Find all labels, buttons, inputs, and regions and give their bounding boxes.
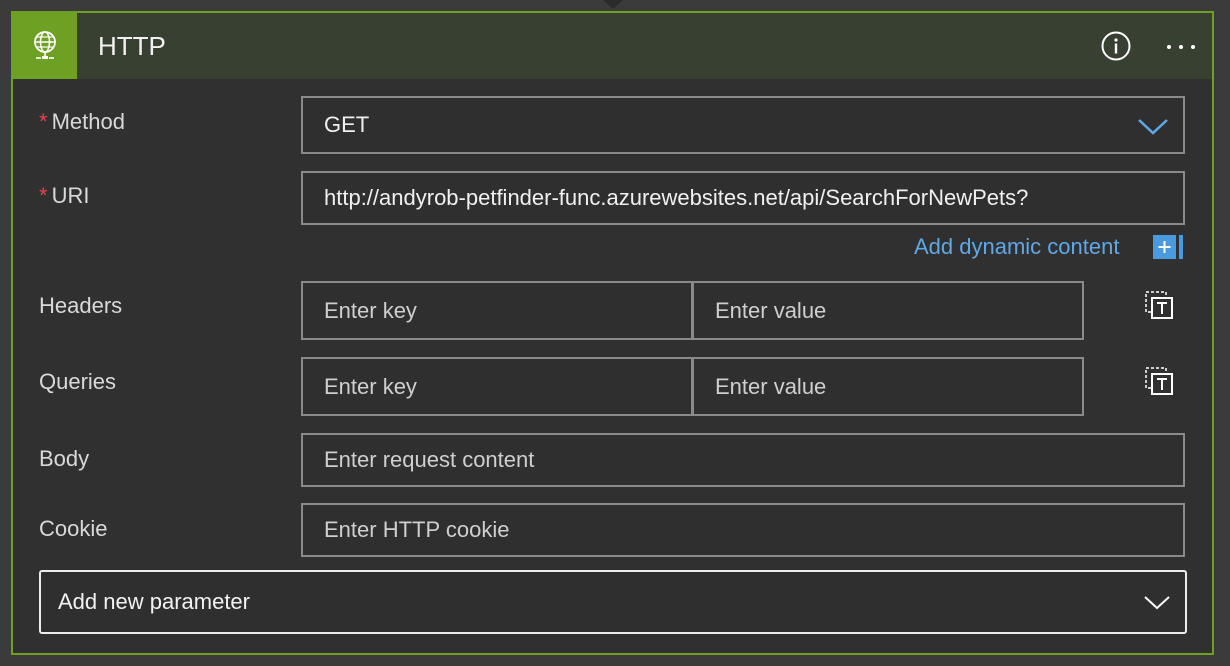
cookie-label: Cookie (39, 516, 108, 541)
body-input[interactable]: Enter request content (301, 433, 1185, 487)
headers-value-placeholder: Enter value (715, 297, 827, 323)
method-label-text: Method (51, 109, 125, 134)
headers-key-placeholder: Enter key (324, 297, 417, 323)
plus-icon (1153, 235, 1183, 259)
uri-value: http://andyrob-petfinder-func.azurewebsi… (324, 185, 1029, 210)
body-label: Body (39, 446, 90, 471)
connector-notch (603, 0, 623, 9)
cookie-placeholder: Enter HTTP cookie (324, 517, 510, 542)
uri-label: * URI (39, 183, 89, 209)
headers-text-mode-button[interactable] (1144, 290, 1176, 322)
chevron-down-icon (1144, 596, 1170, 610)
card-header[interactable]: HTTP (13, 13, 1212, 79)
queries-value-input[interactable]: Enter value (692, 357, 1084, 416)
ellipsis-icon (1167, 45, 1195, 49)
add-dynamic-content-link[interactable]: Add dynamic content (914, 234, 1119, 260)
card-title: HTTP (98, 31, 166, 61)
method-dropdown[interactable]: GET (301, 96, 1185, 154)
headers-key-input[interactable]: Enter key (301, 281, 693, 340)
method-value: GET (324, 112, 370, 137)
add-dynamic-content-button[interactable] (1153, 235, 1183, 259)
method-label: * Method (39, 109, 125, 135)
queries-label: Queries (39, 369, 117, 394)
switch-to-text-mode-icon (1145, 291, 1173, 319)
required-marker: * (39, 109, 48, 134)
info-button[interactable] (1101, 31, 1131, 61)
connector-icon-box (13, 13, 77, 79)
queries-value-placeholder: Enter value (715, 373, 827, 399)
body-placeholder: Enter request content (324, 447, 535, 472)
switch-to-text-mode-icon (1145, 367, 1173, 395)
uri-label-text: URI (51, 183, 90, 208)
queries-key-input[interactable]: Enter key (301, 357, 693, 416)
globe-network-icon (34, 31, 56, 59)
add-new-parameter-dropdown[interactable]: Add new parameter (39, 570, 1187, 634)
uri-input[interactable]: http://andyrob-petfinder-func.azurewebsi… (301, 171, 1185, 225)
info-icon (1101, 31, 1131, 61)
more-options-button[interactable] (1163, 35, 1199, 59)
cookie-input[interactable]: Enter HTTP cookie (301, 503, 1185, 557)
queries-key-placeholder: Enter key (324, 373, 417, 399)
queries-text-mode-button[interactable] (1144, 366, 1176, 398)
add-new-parameter-label: Add new parameter (58, 589, 250, 614)
headers-value-input[interactable]: Enter value (692, 281, 1084, 340)
chevron-down-icon (1138, 119, 1168, 135)
headers-label: Headers (39, 293, 123, 318)
required-marker: * (39, 183, 48, 208)
http-action-card: HTTP * Method GET * URI http://andyrob-p… (11, 11, 1214, 655)
